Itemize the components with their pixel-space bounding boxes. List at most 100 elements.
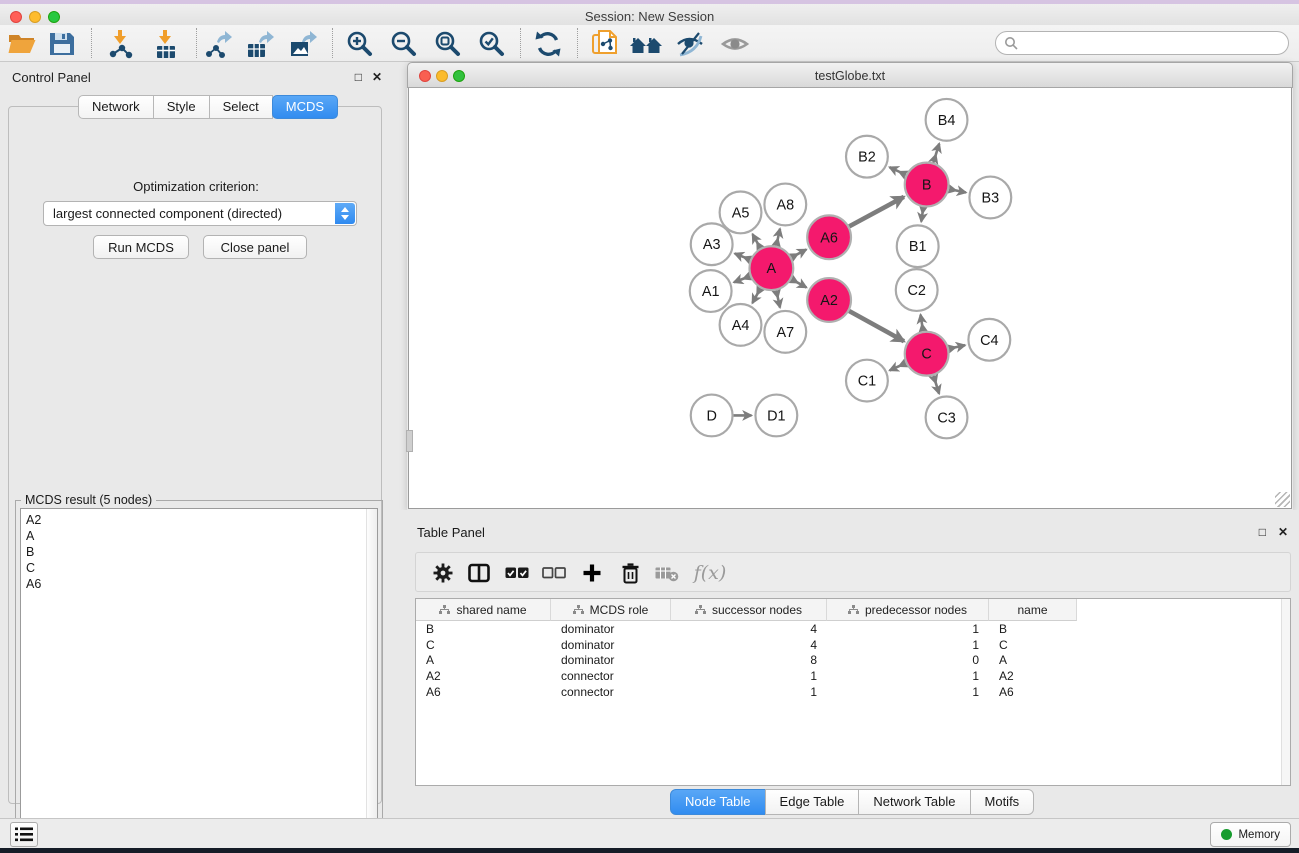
table-cell[interactable]: dominator (551, 652, 671, 668)
graph-edge-A2-C[interactable] (849, 311, 904, 341)
column-header-predecessor-nodes[interactable]: name predecessor nodes (827, 599, 989, 621)
graph-edge-A-A5[interactable] (753, 234, 761, 248)
close-table-panel-icon[interactable]: ✕ (1278, 525, 1288, 539)
home-network-icon[interactable] (629, 28, 663, 60)
tab-mcds[interactable]: MCDS (272, 95, 338, 119)
table-cell[interactable]: A2 (416, 668, 551, 684)
mcds-result-list[interactable]: A2 A B C A6 (20, 508, 378, 837)
zoom-in-icon[interactable] (343, 28, 377, 60)
graph-edge-A-A3[interactable] (735, 253, 750, 259)
graph-edge-A-A7[interactable] (776, 291, 780, 308)
graph-edge-B-B4[interactable] (933, 144, 939, 163)
table-row[interactable]: A6connector11A6 (416, 684, 1290, 700)
table-cell[interactable]: 4 (671, 621, 827, 637)
export-network-icon[interactable] (201, 28, 235, 60)
table-cell[interactable]: 8 (671, 652, 827, 668)
table-row[interactable]: A2connector11A2 (416, 668, 1290, 684)
table-cell[interactable]: dominator (551, 637, 671, 653)
column-header-name[interactable]: name (989, 599, 1077, 621)
table-cell[interactable]: A2 (989, 668, 1077, 684)
table-row[interactable]: Bdominator41B (416, 621, 1290, 637)
run-mcds-button[interactable]: Run MCDS (93, 235, 189, 259)
result-item[interactable]: B (21, 544, 377, 560)
tab-style[interactable]: Style (153, 95, 210, 119)
close-panel-icon[interactable]: ✕ (372, 70, 382, 84)
result-list-scrollbar[interactable] (366, 509, 377, 836)
network-window-titlebar[interactable]: testGlobe.txt (407, 62, 1293, 88)
show-graphics-details-icon[interactable] (718, 28, 752, 60)
column-header-mcds-role[interactable]: MCDS role (551, 599, 671, 621)
zoom-fit-icon[interactable] (431, 28, 465, 60)
float-panel-icon[interactable]: □ (355, 70, 362, 84)
table-cell[interactable]: dominator (551, 621, 671, 637)
tab-network-table[interactable]: Network Table (858, 789, 970, 815)
memory-button[interactable]: Memory (1210, 822, 1291, 847)
graph-edge-C-C3[interactable] (933, 376, 939, 394)
graph-edge-B-B2[interactable] (889, 167, 905, 175)
clone-network-icon[interactable] (588, 28, 622, 60)
table-cell[interactable]: connector (551, 684, 671, 700)
table-cell[interactable]: connector (551, 668, 671, 684)
search-input[interactable] (995, 31, 1289, 55)
table-row[interactable]: Cdominator41C (416, 637, 1290, 653)
table-cell[interactable]: A6 (416, 684, 551, 700)
graph-edge-C-C4[interactable] (949, 345, 965, 349)
table-cell[interactable]: A (416, 652, 551, 668)
float-table-panel-icon[interactable]: □ (1259, 525, 1266, 539)
table-cell[interactable]: A (989, 652, 1077, 668)
table-cell[interactable]: C (989, 637, 1077, 653)
tab-motifs[interactable]: Motifs (970, 789, 1035, 815)
refresh-icon[interactable] (531, 28, 565, 60)
network-canvas[interactable]: B4B2BB3A8A5A6A3B1AC2A1A2A4A7C4CC1C3DD1 (408, 88, 1292, 509)
result-item[interactable]: C (21, 560, 377, 576)
table-cell[interactable]: B (989, 621, 1077, 637)
table-cell[interactable]: 1 (671, 684, 827, 700)
tab-edge-table[interactable]: Edge Table (765, 789, 860, 815)
column-header-shared-name[interactable]: shared name (416, 599, 551, 621)
result-item[interactable]: A (21, 528, 377, 544)
criterion-select[interactable]: largest connected component (directed) (43, 201, 357, 226)
unselect-all-columns-icon[interactable] (539, 559, 569, 587)
table-cell[interactable]: 1 (671, 668, 827, 684)
delete-table-icon[interactable] (652, 559, 682, 587)
tab-node-table[interactable]: Node Table (670, 789, 766, 815)
table-cell[interactable]: 1 (827, 684, 989, 700)
show-column-panel-icon[interactable] (464, 559, 494, 587)
table-settings-gear-icon[interactable] (428, 559, 458, 587)
export-table-icon[interactable] (243, 28, 277, 60)
table-cell[interactable]: 1 (827, 621, 989, 637)
graph-edge-B-B3[interactable] (949, 189, 966, 192)
graph-edge-A-A1[interactable] (734, 276, 750, 282)
graph-edge-C-C1[interactable] (890, 363, 906, 370)
table-cell[interactable]: 4 (671, 637, 827, 653)
splitter-handle[interactable] (406, 430, 413, 452)
result-item[interactable]: A6 (21, 576, 377, 592)
hide-graphics-details-icon[interactable] (673, 28, 707, 60)
zoom-out-icon[interactable] (387, 28, 421, 60)
task-history-button[interactable] (10, 822, 38, 847)
zoom-selected-icon[interactable] (475, 28, 509, 60)
column-header-successor-nodes[interactable]: successor nodes (671, 599, 827, 621)
save-session-icon[interactable] (45, 28, 79, 60)
table-cell[interactable]: 1 (827, 637, 989, 653)
table-cell[interactable]: 0 (827, 652, 989, 668)
export-image-icon[interactable] (286, 28, 320, 60)
tab-select[interactable]: Select (209, 95, 273, 119)
graph-edge-A6-B[interactable] (849, 197, 904, 227)
open-session-icon[interactable] (5, 28, 39, 60)
graph-edge-A-A4[interactable] (752, 288, 760, 303)
create-column-icon[interactable] (577, 559, 607, 587)
close-panel-button[interactable]: Close panel (203, 235, 307, 259)
graph-edge-A-A6[interactable] (792, 249, 807, 257)
graph-edge-B-B1[interactable] (921, 207, 923, 221)
table-cell[interactable]: A6 (989, 684, 1077, 700)
result-item[interactable]: A2 (21, 512, 377, 528)
delete-column-icon[interactable] (615, 559, 645, 587)
table-cell[interactable]: 1 (827, 668, 989, 684)
table-row[interactable]: Adominator80A (416, 652, 1290, 668)
import-network-icon[interactable] (103, 28, 137, 60)
select-all-columns-icon[interactable] (502, 559, 532, 587)
tab-network[interactable]: Network (78, 95, 154, 119)
graph-edge-A-A2[interactable] (791, 279, 806, 287)
table-cell[interactable]: C (416, 637, 551, 653)
